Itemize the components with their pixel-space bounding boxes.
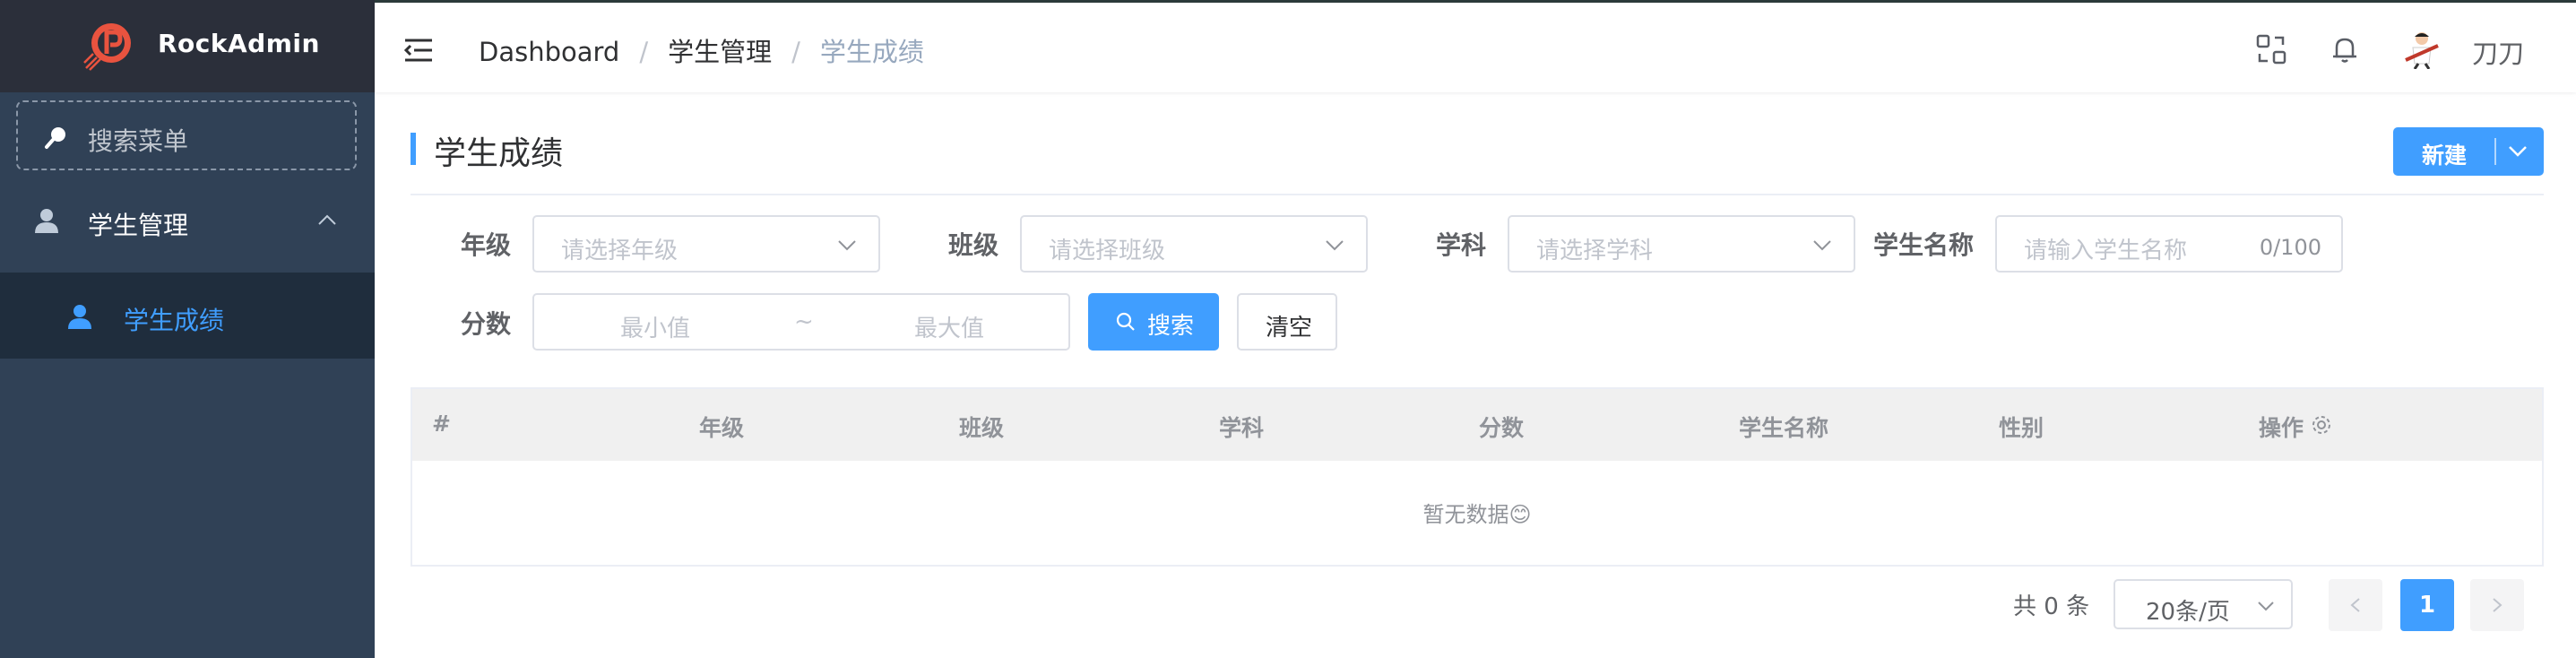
fullscreen-toggle-icon[interactable]: [2255, 33, 2287, 65]
char-counter: 0/100: [2259, 235, 2321, 260]
score-range-input[interactable]: 最小值 ~ 最大值: [532, 293, 1070, 351]
score-label: 分数: [461, 309, 512, 339]
sidebar-item-student-scores[interactable]: 学生成绩: [0, 273, 375, 359]
breadcrumb: Dashboard / 学生管理 / 学生成绩: [479, 31, 924, 69]
chevron-down-icon: [2258, 602, 2274, 611]
bell-icon[interactable]: [2329, 33, 2361, 65]
col-subject: 学科: [1219, 415, 1265, 441]
user-icon: [35, 209, 58, 233]
new-button-label: 新建: [2422, 143, 2468, 169]
search-button-label: 搜索: [1147, 313, 1195, 340]
col-score: 分数: [1479, 415, 1525, 441]
title-divider: [411, 194, 2544, 195]
student-name-label: 学生名称: [1873, 230, 1975, 260]
grade-select[interactable]: 请选择年级: [532, 215, 880, 273]
chevron-down-icon[interactable]: [2508, 145, 2528, 158]
user-icon: [68, 305, 91, 329]
grade-placeholder: 请选择年级: [561, 238, 679, 264]
scores-table: # 年级 班级 学科 分数 学生名称 性别 操作 暂无数据😊: [411, 387, 2544, 567]
breadcrumb-item-current: 学生成绩: [819, 37, 924, 67]
col-student-name: 学生名称: [1739, 415, 1829, 441]
col-gender: 性别: [1999, 415, 2044, 441]
chevron-right-icon: [2493, 598, 2503, 612]
new-button[interactable]: 新建: [2393, 127, 2544, 176]
empty-state-text: 暂无数据😊: [1422, 502, 1532, 527]
sidebar-group-label: 学生管理: [88, 211, 189, 240]
page-size-select[interactable]: 20条/页: [2114, 579, 2293, 629]
page-title: 学生成绩: [434, 135, 564, 172]
sidebar-group-student-management[interactable]: 学生管理: [0, 190, 375, 258]
next-page-button[interactable]: [2470, 579, 2524, 631]
subject-placeholder: 请选择学科: [1536, 238, 1654, 264]
table-header: # 年级 班级 学科 分数 学生名称 性别 操作: [412, 389, 2542, 461]
menu-search-input[interactable]: 搜索菜单: [16, 100, 357, 170]
breadcrumb-separator: /: [791, 37, 800, 67]
score-min-placeholder[interactable]: 最小值: [620, 310, 690, 343]
hamburger-menu-icon[interactable]: [403, 37, 434, 64]
chevron-down-icon: [1813, 240, 1831, 251]
rockadmin-logo-icon: [83, 23, 131, 71]
breadcrumb-item-student-management[interactable]: 学生管理: [668, 31, 772, 69]
class-label: 班级: [948, 230, 999, 260]
user-avatar-icon[interactable]: [2402, 28, 2442, 69]
search-icon: [45, 127, 65, 149]
chevron-up-icon: [318, 214, 336, 225]
breadcrumb-item-dashboard[interactable]: Dashboard: [479, 37, 619, 67]
clear-button[interactable]: 清空: [1237, 293, 1337, 351]
split-divider: [2494, 138, 2496, 165]
grade-label: 年级: [461, 230, 512, 260]
username[interactable]: 刀刀: [2472, 33, 2524, 71]
range-separator: ~: [794, 308, 814, 335]
subject-label: 学科: [1436, 230, 1487, 260]
logo-bar: RockAdmin: [0, 0, 375, 92]
breadcrumb-separator: /: [639, 37, 649, 67]
clear-button-label: 清空: [1266, 315, 1313, 342]
sidebar-item-label: 学生成绩: [124, 306, 225, 335]
search-button[interactable]: 搜索: [1088, 293, 1219, 351]
col-actions: 操作: [2259, 415, 2304, 441]
class-select[interactable]: 请选择班级: [1020, 215, 1368, 273]
col-class: 班级: [959, 415, 1005, 441]
menu-search-placeholder: 搜索菜单: [88, 126, 189, 156]
student-name-placeholder: 请输入学生名称: [2024, 238, 2188, 264]
chevron-down-icon: [838, 240, 856, 251]
page-number-current[interactable]: 1: [2400, 579, 2454, 631]
gear-icon[interactable]: [2311, 414, 2332, 436]
student-name-input[interactable]: 请输入学生名称 0/100: [1995, 215, 2343, 273]
class-placeholder: 请选择班级: [1049, 238, 1166, 264]
search-icon: [1116, 312, 1135, 331]
col-grade: 年级: [699, 415, 745, 441]
prev-page-button[interactable]: [2329, 579, 2382, 631]
chevron-left-icon: [2350, 598, 2360, 612]
top-header: Dashboard / 学生管理 / 学生成绩 刀刀: [375, 0, 2576, 92]
col-index: #: [432, 411, 451, 437]
title-accent-bar: [411, 133, 416, 165]
pagination-total: 共 0 条: [2013, 593, 2090, 620]
page-size-value: 20条/页: [2146, 599, 2230, 626]
score-max-placeholder[interactable]: 最大值: [914, 310, 984, 343]
chevron-down-icon: [1326, 240, 1344, 251]
app-name: RockAdmin: [158, 29, 320, 58]
sidebar: RockAdmin 搜索菜单 学生管理 学生成绩: [0, 0, 375, 658]
subject-select[interactable]: 请选择学科: [1508, 215, 1855, 273]
